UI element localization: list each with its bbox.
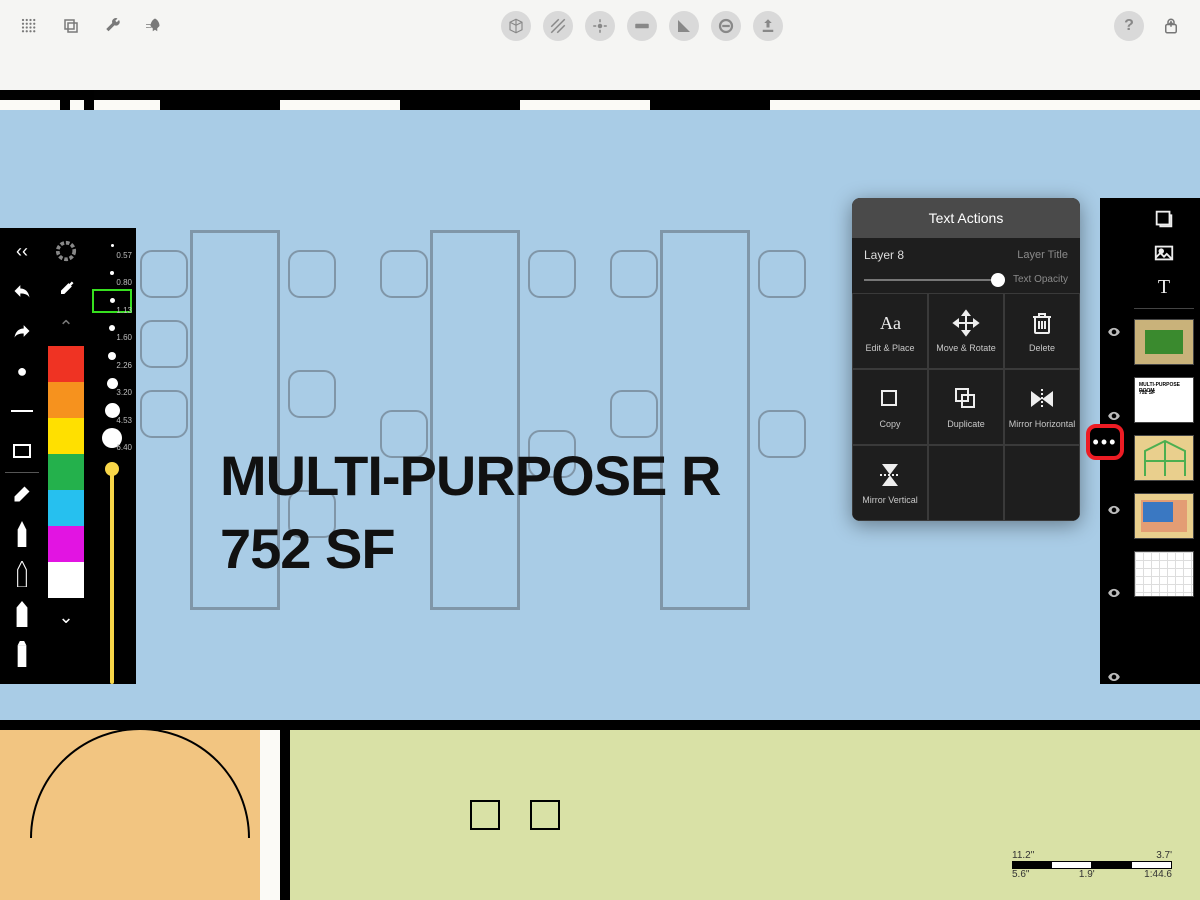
layer-name[interactable]: Layer 8 (864, 248, 904, 262)
grid-icon[interactable] (14, 11, 44, 41)
swatch-magenta[interactable] (48, 526, 84, 562)
swatch-green[interactable] (48, 454, 84, 490)
opacity-slider[interactable] (864, 279, 1005, 281)
panel-title: Text Actions (852, 198, 1080, 238)
text-tool-icon[interactable]: T (1131, 270, 1197, 304)
visibility-icon[interactable] (1107, 409, 1121, 423)
top-toolbar: ? (0, 8, 1200, 44)
svg-text:Aa: Aa (880, 313, 901, 333)
swatch-orange[interactable] (48, 382, 84, 418)
swatch-yellow[interactable] (48, 418, 84, 454)
rocket-icon[interactable] (140, 11, 170, 41)
pen-bold-icon[interactable] (2, 595, 42, 633)
opacity-label: Text Opacity (1013, 274, 1068, 285)
brush-size-column: 0.570.801.131.602.263.204.536.40 (88, 228, 136, 684)
action-copy[interactable]: Copy (852, 369, 928, 445)
action-mirror-v[interactable]: Mirror Vertical (852, 445, 928, 521)
brush-size-6.40[interactable]: 6.40 (90, 425, 134, 453)
swatch-cyan[interactable] (48, 490, 84, 526)
line-tool-icon[interactable] (2, 392, 42, 430)
swatch-white[interactable] (48, 562, 84, 598)
layers-icon[interactable] (56, 11, 86, 41)
brush-size-3.20[interactable]: 3.20 (90, 370, 134, 398)
brush-size-4.53[interactable]: 4.53 (90, 397, 134, 425)
image-tool-icon[interactable] (1131, 236, 1197, 270)
action-edit-place[interactable]: AaEdit & Place (852, 293, 928, 369)
brush-size-2.26[interactable]: 2.26 (90, 342, 134, 370)
rect-tool-icon[interactable] (2, 432, 42, 470)
pen-medium-icon[interactable] (2, 555, 42, 593)
scale-indicator: 11.2"3.7' 5.6"1.9'1:44.6 (1012, 850, 1172, 880)
visibility-icon[interactable] (1107, 586, 1121, 600)
marker-icon[interactable] (2, 635, 42, 673)
swatch-red[interactable] (48, 346, 84, 382)
anchor-icon[interactable] (585, 11, 615, 41)
wrench-icon[interactable] (98, 11, 128, 41)
angle-icon[interactable] (669, 11, 699, 41)
eraser-icon[interactable] (2, 475, 42, 513)
visibility-icon[interactable] (1107, 325, 1121, 339)
layer-title-label: Layer Title (1017, 249, 1068, 261)
toolbar-center-group (501, 11, 783, 41)
visibility-icon[interactable] (1107, 670, 1121, 684)
text-actions-panel: Text Actions Layer 8 Layer Title Text Op… (852, 198, 1080, 521)
collapse-icon[interactable]: ‹‹ (2, 232, 42, 270)
brush-size-0.57[interactable]: 0.57 (90, 232, 134, 260)
layer-thumbnail[interactable] (1134, 319, 1194, 365)
eyedropper-icon[interactable] (46, 270, 86, 308)
layer-thumbnail[interactable] (1134, 551, 1194, 597)
brush-size-1.13[interactable]: 1.13 (90, 287, 134, 315)
left-toolbar: ‹‹ ● ⌃ ⌄ 0.570.801.131.602.263.204.536.4… (0, 228, 136, 684)
color-wheel-icon[interactable] (46, 232, 86, 270)
pen-fine-icon[interactable] (2, 515, 42, 553)
action-mirror-h[interactable]: Mirror Horizontal (1004, 369, 1080, 445)
action-move-rotate[interactable]: Move & Rotate (928, 293, 1004, 369)
redo-icon[interactable] (2, 312, 42, 350)
share-icon[interactable] (1156, 11, 1186, 41)
shape-tool-icon[interactable] (1131, 202, 1197, 236)
room-area: 752 SF (220, 517, 395, 580)
layer-thumbnail[interactable] (1134, 493, 1194, 539)
layer-thumbnail[interactable] (1134, 435, 1194, 481)
cube-icon[interactable] (501, 11, 531, 41)
more-options-button[interactable]: ••• (1086, 424, 1124, 460)
chevron-down-icon[interactable]: ⌄ (46, 598, 86, 636)
brush-size-1.60[interactable]: 1.60 (90, 315, 134, 343)
chevron-up-icon[interactable]: ⌃ (46, 308, 86, 346)
layer-thumbnail-active[interactable]: MULTI-PURPOSE ROOM 752 SF (1134, 377, 1194, 423)
hatch-icon[interactable] (543, 11, 573, 41)
room-orange (0, 730, 260, 900)
minus-icon[interactable] (711, 11, 741, 41)
toolbar-right-group: ? (1114, 11, 1186, 41)
ruler-icon[interactable] (627, 11, 657, 41)
help-icon[interactable]: ? (1114, 11, 1144, 41)
upload-icon[interactable] (753, 11, 783, 41)
visibility-icon[interactable] (1107, 503, 1121, 517)
toolbar-left-group (14, 11, 170, 41)
action-duplicate[interactable]: Duplicate (928, 369, 1004, 445)
dot-tool-icon[interactable]: ● (2, 352, 42, 390)
room-title: MULTI-PURPOSE R (220, 444, 720, 507)
action-delete[interactable]: Delete (1004, 293, 1080, 369)
brush-slider[interactable] (110, 464, 114, 684)
brush-size-0.80[interactable]: 0.80 (90, 260, 134, 288)
room-label: MULTI-PURPOSE R 752 SF (220, 440, 720, 586)
undo-icon[interactable] (2, 272, 42, 310)
